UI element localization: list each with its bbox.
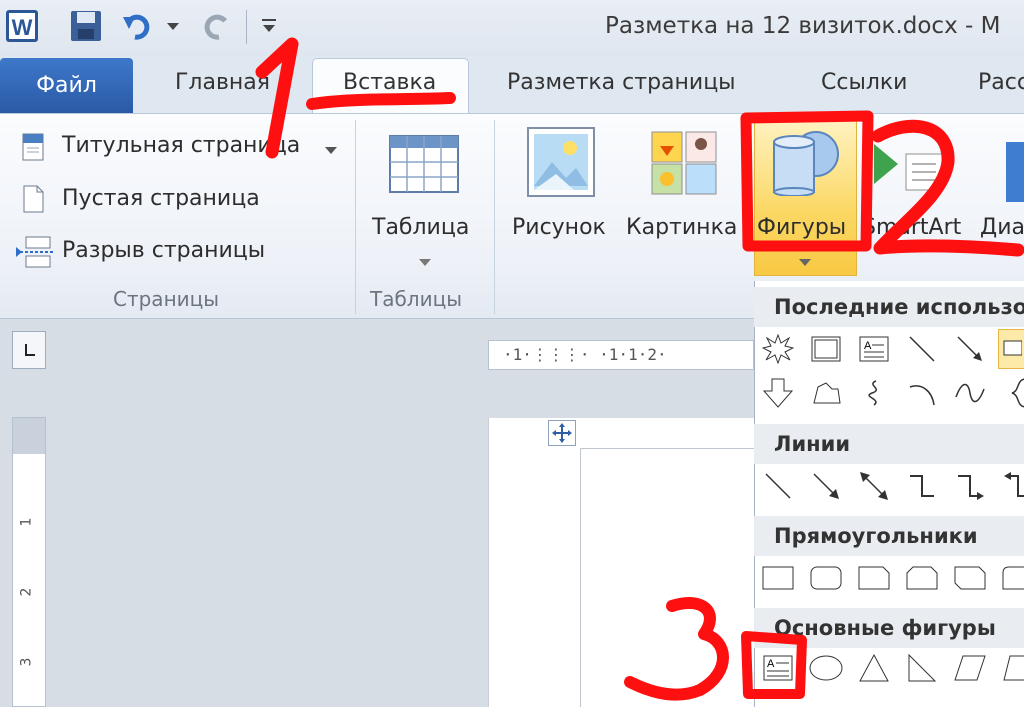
- annotation-number-3: [624, 596, 807, 701]
- annotation-overlay: [255, 37, 1024, 701]
- annotation-highlight-box-2: [740, 110, 1024, 257]
- annotation-number-1: [255, 37, 456, 159]
